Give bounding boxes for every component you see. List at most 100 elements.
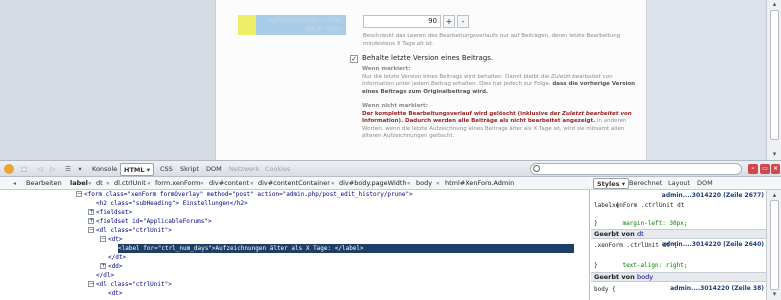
html-tree: − <form class="xenForm formOverlay" meth… xyxy=(0,190,590,300)
tab-layout[interactable]: Layout xyxy=(668,178,690,189)
inherited-from-dt: Geerbt von dt xyxy=(591,229,766,239)
tree-node-dl[interactable]: <dl class="ctrlUnit"> xyxy=(96,226,172,235)
tree-node-dl-2[interactable]: <dl class="ctrlUnit"> xyxy=(96,280,172,289)
when-checked-heading: Wenn markiert: xyxy=(362,66,411,72)
menu-dropdown-icon[interactable]: ▾ xyxy=(74,163,86,176)
tree-node-label-selected[interactable]: <label for="ctrl_num_days">Aufzeichnunge… xyxy=(118,244,574,253)
close-icon[interactable]: × xyxy=(771,164,780,174)
rule-2-close: } xyxy=(594,262,598,269)
rule-2-property[interactable]: text-align: right; xyxy=(594,252,764,269)
tree-node-fieldset-forums[interactable]: <fieldset id="ApplicableForums"> xyxy=(96,217,212,226)
tab-computed[interactable]: Berechnet xyxy=(629,178,662,189)
when-checked-italic: Zuletzt bearbeitet von xyxy=(551,73,613,80)
firebug-icon[interactable] xyxy=(4,164,14,174)
inspect-icon[interactable]: ⬚ xyxy=(18,163,30,176)
when-checked-explanation: Wenn markiert: Nur die letzte Version ei… xyxy=(362,66,642,96)
firebug-toolbar: ⬚ ◁ ▷ ☰ ▾ Konsole HTML ▾ CSS Skript DOM … xyxy=(0,160,781,177)
decrement-button[interactable]: - xyxy=(457,15,469,28)
when-unchecked-red-2: Information). Dadurch werden alle Beiträ… xyxy=(362,118,596,124)
collapse-icon[interactable]: − xyxy=(100,236,106,242)
search-icon xyxy=(533,165,540,172)
breadcrumb-item-form[interactable]: form.xenForm xyxy=(155,178,200,189)
breadcrumb-separator-icon: « xyxy=(407,180,411,187)
num-days-label: Aufzeichnungen älter als X Tage: xyxy=(268,16,343,33)
tree-node-dt-2[interactable]: <dt> xyxy=(108,289,122,298)
side-panel-tabs: Styles ▾ Berechnet Layout DOM xyxy=(591,177,781,190)
breadcrumb-separator-icon: « xyxy=(147,180,151,187)
breadcrumb-item-label[interactable]: label xyxy=(70,178,88,189)
tree-node-form[interactable]: <form class="xenForm formOverlay" method… xyxy=(84,190,413,199)
page-vertical-scrollbar[interactable]: ▴ ▾ xyxy=(766,0,781,160)
tab-side-dom[interactable]: DOM xyxy=(697,178,713,189)
expand-icon[interactable]: + xyxy=(100,263,106,269)
breadcrumb-separator-icon: « xyxy=(436,180,440,187)
tab-html[interactable]: HTML ▾ xyxy=(120,163,155,176)
tree-node-dd[interactable]: <dd> xyxy=(108,262,122,271)
forward-icon[interactable]: ▷ xyxy=(47,163,59,176)
num-days-hint: Beschränkt das Leeren des Bearbeitungsve… xyxy=(363,33,621,47)
detach-icon[interactable]: ▭ xyxy=(760,164,770,174)
when-unchecked-red-1: Der komplette Bearbeitungsverlauf wird g… xyxy=(362,110,561,117)
tree-node-h2[interactable]: <h2 class="subHeading"> Einstellungen</h… xyxy=(96,199,248,208)
keep-last-version-checkbox[interactable]: ✓ xyxy=(350,55,358,63)
breadcrumb-item-html[interactable]: html#XenForo.Admin xyxy=(445,178,514,189)
breadcrumb-separator-icon: « xyxy=(106,180,110,187)
scroll-up-icon[interactable]: ▴ xyxy=(770,0,779,9)
breadcrumb-item-dl[interactable]: dl.ctrlUnit xyxy=(114,178,146,189)
breadcrumb-separator-icon: « xyxy=(331,180,335,187)
inherited-from-body: Geerbt von body xyxy=(591,272,766,282)
tree-node-dl-close[interactable]: </dl> xyxy=(96,271,114,280)
breadcrumb-item-content[interactable]: div#content xyxy=(209,178,249,189)
when-unchecked-red-italic: Zuletzt bearbeitet von xyxy=(561,110,632,117)
rule-1-source-link[interactable]: admin....3014220 (Zeile 2677) xyxy=(662,192,764,199)
edit-button[interactable]: Bearbeiten xyxy=(26,178,62,189)
breadcrumb: ◂ Bearbeiten label « dt « dl.ctrlUnit « … xyxy=(0,177,590,190)
tab-cookies[interactable]: Cookies xyxy=(262,163,293,176)
tab-styles[interactable]: Styles ▾ xyxy=(593,178,630,189)
scroll-down-icon[interactable]: ▾ xyxy=(770,290,779,299)
breadcrumb-scroll-left-icon[interactable]: ◂ xyxy=(13,178,16,189)
tree-node-fieldset[interactable]: <fieldset> xyxy=(96,208,132,217)
rule-1-selector-cont: label { xyxy=(594,202,620,209)
num-days-input[interactable]: 90 xyxy=(363,15,441,28)
when-checked-text-2: Information unter jedem Beitrag erhalten… xyxy=(362,81,551,87)
rule-3-source-link[interactable]: admin....3014220 (Zeile 38) xyxy=(670,285,764,292)
keep-last-version-label[interactable]: Behalte letzte Version eines Beitrags. xyxy=(362,54,493,62)
tab-console[interactable]: Konsole xyxy=(89,163,120,176)
when-unchecked-explanation: Wenn nicht markiert: Der komplette Bearb… xyxy=(362,103,642,141)
tab-network[interactable]: Netzwerk xyxy=(226,163,263,176)
collapse-icon[interactable]: − xyxy=(88,281,94,287)
expand-icon[interactable]: + xyxy=(88,209,94,215)
menu-icon[interactable]: ☰ xyxy=(62,163,74,176)
back-icon[interactable]: ◁ xyxy=(34,163,46,176)
breadcrumb-item-body[interactable]: body xyxy=(416,178,432,189)
breadcrumb-item-contentcontainer[interactable]: div#contentContainer xyxy=(258,178,330,189)
scroll-down-icon[interactable]: ▾ xyxy=(770,150,779,159)
collapse-icon[interactable]: − xyxy=(88,227,94,233)
expand-icon[interactable]: + xyxy=(88,218,94,224)
tree-node-dt-close[interactable]: </dt> xyxy=(108,253,126,262)
rule-2-source-link[interactable]: admin....3014220 (Zeile 2640) xyxy=(662,241,764,248)
collapse-icon[interactable]: − xyxy=(76,191,82,197)
tab-dom[interactable]: DOM xyxy=(203,163,225,176)
scroll-up-icon[interactable]: ▴ xyxy=(770,191,779,200)
breadcrumb-separator-icon: « xyxy=(250,180,254,187)
styles-scroll-thumb[interactable] xyxy=(770,200,779,290)
tab-script[interactable]: Skript xyxy=(177,163,202,176)
tree-node-dt[interactable]: <dt> xyxy=(108,235,122,244)
breadcrumb-separator-icon: « xyxy=(200,180,204,187)
styles-vertical-scrollbar[interactable]: ▴ ▾ xyxy=(766,190,781,300)
breadcrumb-item-dt[interactable]: dt xyxy=(96,178,103,189)
page-scroll-thumb[interactable] xyxy=(770,10,779,140)
increment-button[interactable]: + xyxy=(443,15,455,28)
rule-1-property[interactable]: margin-left: 30px; xyxy=(594,210,764,227)
minimize-icon[interactable]: – xyxy=(748,164,758,174)
styles-panel: .xenForm .ctrlUnit dt admin....3014220 (… xyxy=(591,190,766,300)
tab-css[interactable]: CSS xyxy=(157,163,176,176)
firebug-search-input[interactable] xyxy=(530,163,742,175)
html-dropdown-icon[interactable]: ▾ xyxy=(147,166,150,174)
breadcrumb-separator-icon: « xyxy=(88,180,92,187)
breadcrumb-item-body-pagewidth[interactable]: div#body.pageWidth xyxy=(339,178,407,189)
page-left-background xyxy=(0,0,215,160)
page-right-background xyxy=(648,0,766,160)
